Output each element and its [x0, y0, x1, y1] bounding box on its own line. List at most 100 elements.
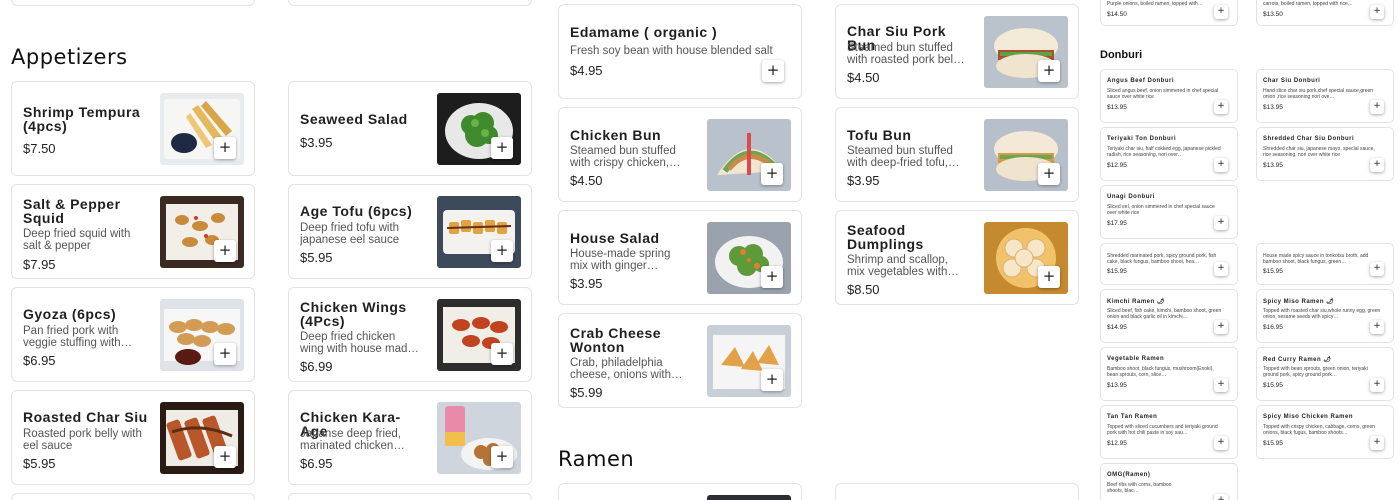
- item-name: Spicy Miso Ramen 🌶: [1263, 299, 1335, 305]
- menu-item-card[interactable]: Purple onions, boiled ramen, topped with…: [1100, 0, 1238, 26]
- menu-item-card[interactable]: Tan Tan Ramen Topped with sliced cucumbe…: [1100, 405, 1238, 459]
- item-price: $14.50: [1107, 11, 1127, 18]
- add-to-cart-button[interactable]: +: [1370, 320, 1384, 334]
- add-to-cart-button[interactable]: +: [1370, 262, 1384, 276]
- add-to-cart-button[interactable]: +: [1214, 378, 1228, 392]
- menu-item-card[interactable]: Angus Beef Donburi Sliced angus beef, on…: [1100, 69, 1238, 123]
- menu-item-card[interactable]: Seaweed Salad $3.95 +: [288, 81, 532, 176]
- add-to-cart-button[interactable]: +: [491, 343, 513, 365]
- item-description: Bamboo shoot, black fungus, mushroom(Eno…: [1107, 366, 1214, 378]
- add-to-cart-button[interactable]: +: [491, 240, 513, 262]
- menu-item-card[interactable]: Char Siu Pork Bun Steamed bun stuffed wi…: [835, 4, 1079, 99]
- item-price: $5.95: [23, 456, 56, 471]
- menu-item-card[interactable]: OMG(Ramen) Beef ribs with corns, bamboo …: [1100, 463, 1238, 500]
- menu-item-card[interactable]: Unagi Donburi Sliced eel, onion simmered…: [1100, 185, 1238, 239]
- menu-item-card[interactable]: Crab Cheese Wonton Crab, philadelphia ch…: [558, 313, 802, 408]
- item-price: $6.99: [300, 359, 333, 374]
- add-to-cart-button[interactable]: +: [214, 240, 236, 262]
- add-to-cart-button[interactable]: +: [214, 137, 236, 159]
- menu-item-card[interactable]: Tofu Bun Steamed bun stuffed with deep-f…: [835, 107, 1079, 202]
- menu-item-card[interactable]: Vegetable Ramen Bamboo shoot, black fung…: [1100, 347, 1238, 401]
- item-description: Japanse deep fried, marinated chicken…: [300, 428, 405, 452]
- menu-item-card[interactable]: Kimchi Ramen 🌶 Sliced beef, fish cake, k…: [1100, 289, 1238, 343]
- add-to-cart-button[interactable]: +: [1214, 262, 1228, 276]
- item-description: Teriyaki char siu, half cokked egg, japa…: [1107, 146, 1221, 158]
- item-price: $6.95: [23, 353, 56, 368]
- add-to-cart-button[interactable]: +: [1214, 5, 1228, 19]
- item-name: Chicken Wings (4Pcs): [300, 299, 407, 329]
- add-to-cart-button[interactable]: +: [491, 446, 513, 468]
- item-name: Shredded Char Siu Donburi: [1263, 136, 1355, 142]
- menu-item-card[interactable]: House Salad House-made spring mix with g…: [558, 210, 802, 305]
- menu-item-card[interactable]: Red Curry Ramen 🌶 Topped with bean sprou…: [1256, 347, 1394, 401]
- menu-item-card[interactable]: Shredded marinated pork, spicy ground po…: [1100, 243, 1238, 285]
- add-to-cart-button[interactable]: +: [1370, 436, 1384, 450]
- add-to-cart-button[interactable]: +: [762, 60, 784, 82]
- item-price: $6.95: [300, 456, 333, 471]
- menu-item-card[interactable]: carrots, boiled ramen, topped with rice……: [1256, 0, 1394, 26]
- menu-item-card-partial[interactable]: [288, 493, 532, 500]
- add-to-cart-button[interactable]: +: [1038, 266, 1060, 288]
- item-description: Deep fried squid with salt & pepper: [23, 228, 131, 252]
- item-description: Topped with sliced cucumbers and teriyak…: [1107, 424, 1218, 436]
- add-to-cart-button[interactable]: +: [1038, 163, 1060, 185]
- menu-item-card[interactable]: Spicy Miso Chicken Ramen Topped with cri…: [1256, 405, 1394, 459]
- menu-item-card[interactable]: Chicken Bun Steamed bun stuffed with cri…: [558, 107, 802, 202]
- item-price: $4.50: [847, 70, 880, 85]
- item-name: Spicy Miso Chicken Ramen: [1263, 414, 1354, 420]
- item-description: Steamed bun stuffed with deep-fried tofu…: [847, 145, 960, 169]
- item-name: Char Siu Donburi: [1263, 78, 1321, 84]
- menu-item-card[interactable]: Chicken Kara-Age Japanse deep fried, mar…: [288, 390, 532, 485]
- menu-item-card-partial[interactable]: [11, 493, 255, 500]
- menu-item-card-partial[interactable]: [11, 0, 255, 6]
- add-to-cart-button[interactable]: +: [1370, 5, 1384, 19]
- item-price: $5.99: [570, 385, 603, 400]
- menu-item-card[interactable]: Seafood Dumplings Shrimp and scallop, mi…: [835, 210, 1079, 305]
- item-name: Gyoza (6pcs): [23, 306, 117, 322]
- add-to-cart-button[interactable]: +: [761, 369, 783, 391]
- item-description: Topped with roasted char siu,whole runny…: [1263, 308, 1381, 320]
- add-to-cart-button[interactable]: +: [1214, 494, 1228, 500]
- item-name: Crab Cheese Wonton: [570, 325, 662, 355]
- item-price: $7.95: [23, 257, 56, 272]
- menu-item-card[interactable]: House made spicy sauce in tonkotsu broth…: [1256, 243, 1394, 285]
- menu-item-card[interactable]: Shredded Char Siu Donburi Shredded char …: [1256, 127, 1394, 181]
- add-to-cart-button[interactable]: +: [1214, 436, 1228, 450]
- menu-item-card[interactable]: Char Siu Donburi Hand slice char siu por…: [1256, 69, 1394, 123]
- item-name: Tofu Bun: [847, 127, 912, 143]
- add-to-cart-button[interactable]: +: [1370, 158, 1384, 172]
- add-to-cart-button[interactable]: +: [1214, 100, 1228, 114]
- menu-item-card[interactable]: Chicken Wings (4Pcs) Deep fried chicken …: [288, 287, 532, 382]
- menu-item-card[interactable]: Teriyaki Ton Donburi Teriyaki char siu, …: [1100, 127, 1238, 181]
- item-price: $3.95: [847, 173, 880, 188]
- menu-item-card[interactable]: Age Tofu (6pcs) Deep fried tofu with jap…: [288, 184, 532, 279]
- menu-item-card[interactable]: Salt & Pepper Squid Deep fried squid wit…: [11, 184, 255, 279]
- add-to-cart-button[interactable]: +: [1214, 158, 1228, 172]
- item-price: $12.95: [1107, 440, 1127, 447]
- add-to-cart-button[interactable]: +: [1038, 60, 1060, 82]
- menu-item-card-partial[interactable]: [835, 483, 1079, 500]
- item-price: $15.95: [1263, 440, 1283, 447]
- item-description: Crab, philadelphia cheese, onions with…: [570, 357, 683, 381]
- add-to-cart-button[interactable]: +: [1214, 216, 1228, 230]
- item-name: Tan Tan Ramen: [1107, 414, 1158, 420]
- menu-item-card-partial[interactable]: [288, 0, 532, 6]
- add-to-cart-button[interactable]: +: [1370, 378, 1384, 392]
- item-price: $15.95: [1107, 268, 1127, 275]
- menu-item-card[interactable]: Shrimp Tempura (4pcs) $7.50 +: [11, 81, 255, 176]
- add-to-cart-button[interactable]: +: [761, 163, 783, 185]
- menu-item-card-partial[interactable]: [558, 483, 802, 500]
- add-to-cart-button[interactable]: +: [491, 137, 513, 159]
- add-to-cart-button[interactable]: +: [1214, 320, 1228, 334]
- menu-item-card[interactable]: Spicy Miso Ramen 🌶 Topped with roasted c…: [1256, 289, 1394, 343]
- item-description: Sliced beef, fish cake, kimchi, bamboo s…: [1107, 308, 1222, 320]
- add-to-cart-button[interactable]: +: [761, 266, 783, 288]
- add-to-cart-button[interactable]: +: [214, 343, 236, 365]
- menu-item-card[interactable]: Edamame ( organic ) Fresh soy bean with …: [558, 4, 802, 99]
- menu-item-card[interactable]: Gyoza (6pcs) Pan fried pork with veggie …: [11, 287, 255, 382]
- add-to-cart-button[interactable]: +: [1370, 100, 1384, 114]
- item-description: Deep fried chicken wing with house mad…: [300, 331, 419, 355]
- menu-item-card[interactable]: Roasted Char Siu Roasted pork belly with…: [11, 390, 255, 485]
- add-to-cart-button[interactable]: +: [214, 446, 236, 468]
- item-name: Chicken Bun: [570, 127, 662, 143]
